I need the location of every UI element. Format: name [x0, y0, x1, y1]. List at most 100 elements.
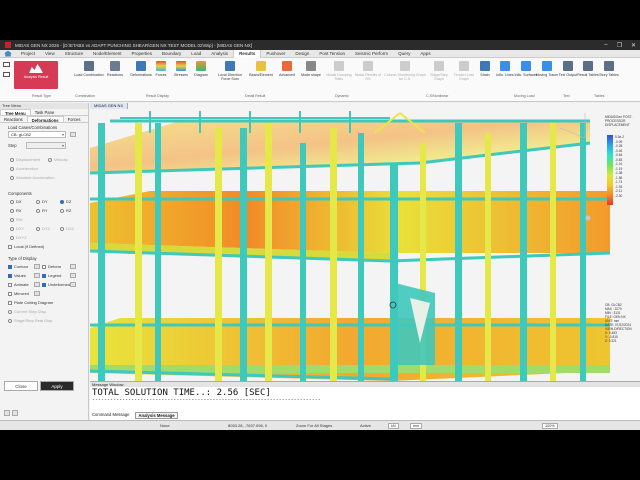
- dz-radio[interactable]: [60, 199, 64, 204]
- component-rw[interactable]: RW: [10, 217, 23, 222]
- load-combination-button[interactable]: Load Combination: [74, 61, 104, 89]
- deform-option[interactable]: Deform: [42, 264, 61, 269]
- tab-command-message[interactable]: Command Message: [92, 412, 129, 419]
- close-window-icon[interactable]: ✕: [631, 42, 636, 49]
- load-case-more-button[interactable]: [70, 132, 76, 137]
- absolute-acceleration-radio[interactable]: [10, 175, 14, 180]
- ry-radio[interactable]: [36, 208, 40, 213]
- contour-checkbox[interactable]: [8, 264, 12, 269]
- mirrored-checkbox[interactable]: [8, 291, 12, 296]
- reactions-button[interactable]: Reactions: [102, 61, 128, 89]
- dxz-radio[interactable]: [60, 226, 64, 231]
- deform-checkbox[interactable]: [42, 264, 46, 269]
- close-button[interactable]: Close: [4, 381, 38, 391]
- dyz-radio[interactable]: [36, 226, 40, 231]
- values-settings-button[interactable]: [34, 273, 40, 278]
- menu-query[interactable]: Query: [393, 50, 415, 58]
- window-toggle-icon[interactable]: [3, 72, 10, 77]
- menu-post-tension[interactable]: Post Tension: [314, 50, 350, 58]
- tab-task-pane[interactable]: Task Pane: [31, 109, 59, 115]
- rw-radio[interactable]: [10, 217, 14, 222]
- local-direction-force-sum-button[interactable]: Local Direction Force Sum: [214, 61, 246, 89]
- current-step-radio[interactable]: [8, 309, 12, 314]
- zoom-select[interactable]: 100%: [542, 423, 558, 429]
- values-checkbox[interactable]: [8, 273, 12, 278]
- dx-radio[interactable]: [10, 199, 14, 204]
- mirrored-option[interactable]: Mirrored: [8, 291, 29, 296]
- apply-button[interactable]: Apply: [40, 381, 74, 391]
- undeformed-checkbox[interactable]: [42, 282, 46, 287]
- force-unit-select[interactable]: kN: [388, 423, 399, 429]
- option-velocity[interactable]: Velocity: [48, 157, 68, 162]
- menu-view[interactable]: View: [40, 50, 60, 58]
- home-icon[interactable]: [4, 50, 12, 57]
- maximize-icon[interactable]: ❐: [617, 42, 622, 49]
- contour-option[interactable]: Contour: [8, 264, 28, 269]
- component-dx[interactable]: DX: [10, 199, 22, 204]
- column-shortening-graph-button[interactable]: Column Shortening Graph for C.S.: [384, 61, 426, 89]
- tab-analysis-message[interactable]: Analysis Message: [135, 412, 178, 419]
- menu-analysis[interactable]: Analysis: [206, 50, 233, 58]
- rz-radio[interactable]: [60, 208, 64, 213]
- contour-settings-button[interactable]: [34, 264, 40, 269]
- menu-structure[interactable]: Structure: [60, 50, 88, 58]
- plate-cutting-checkbox[interactable]: [8, 300, 12, 305]
- component-rx[interactable]: RX: [10, 208, 22, 213]
- mirrored-settings-button[interactable]: [34, 291, 40, 296]
- component-dxz[interactable]: DXZ: [60, 226, 74, 231]
- result-tables-button[interactable]: Result Tables: [577, 61, 599, 89]
- component-dyz[interactable]: DYZ: [36, 226, 50, 231]
- menu-apps[interactable]: Apps: [415, 50, 435, 58]
- local-checkbox[interactable]: [8, 244, 12, 249]
- deform-settings-button[interactable]: [70, 264, 76, 269]
- velocity-radio[interactable]: [48, 157, 52, 162]
- legend-checkbox[interactable]: [42, 273, 46, 278]
- legend-option[interactable]: Legend: [42, 273, 61, 278]
- menu-results[interactable]: Results: [233, 49, 262, 58]
- component-dxy[interactable]: DXY: [10, 226, 24, 231]
- stage-step-graph-button[interactable]: Stage/Step Graph: [425, 61, 453, 89]
- local-if-defined-option[interactable]: Local (if Defined): [8, 244, 44, 249]
- values-option[interactable]: Values: [8, 273, 26, 278]
- minimize-icon[interactable]: –: [604, 42, 607, 48]
- analysis-result-button[interactable]: Analysis Result: [14, 61, 58, 89]
- step-select[interactable]: [26, 142, 66, 149]
- stage-step-radio[interactable]: [8, 318, 12, 323]
- load-case-select[interactable]: CB: gLCB2: [8, 131, 66, 138]
- menu-design[interactable]: Design: [290, 50, 314, 58]
- menu-properties[interactable]: Properties: [127, 50, 158, 58]
- option-displacement[interactable]: Displacement: [10, 157, 40, 162]
- component-dz[interactable]: DZ: [60, 199, 71, 204]
- dxyz-radio[interactable]: [10, 235, 14, 240]
- viewport-tab[interactable]: MIDAS GEN NX: [90, 103, 129, 109]
- component-dy[interactable]: DY: [36, 199, 48, 204]
- menu-boundary[interactable]: Boundary: [157, 50, 186, 58]
- tab-tree-menu[interactable]: Tree Menu: [0, 109, 31, 116]
- menu-project[interactable]: Project: [16, 50, 40, 58]
- nodal-results-rs-button[interactable]: Nodal Results of RS: [352, 61, 384, 89]
- undeformed-option[interactable]: Undeformed: [42, 282, 70, 287]
- component-dxyz[interactable]: DXYZ: [10, 235, 27, 240]
- menu-seismic-perform[interactable]: Seismic Perform: [350, 50, 393, 58]
- advanced-button[interactable]: Advanced: [273, 61, 301, 89]
- current-step-disp-option[interactable]: Current Step Disp.: [8, 309, 47, 314]
- model-viewport[interactable]: MIDAS GEN NX MIDAS/Gen POST-PROCESSOR DI…: [90, 103, 640, 381]
- option-absolute-acceleration[interactable]: Absolute Acceleration: [10, 175, 54, 180]
- menu-pushover[interactable]: Pushover: [261, 50, 290, 58]
- option-acceleration[interactable]: Acceleration: [10, 166, 38, 171]
- animate-settings-button[interactable]: [34, 282, 40, 287]
- length-unit-select[interactable]: mm: [410, 423, 423, 429]
- undeformed-settings-button[interactable]: [70, 282, 76, 287]
- animate-option[interactable]: Animate: [8, 282, 29, 287]
- zoom-for-all-stages-toggle[interactable]: Zoom For All Stages: [296, 423, 332, 428]
- menu-node-element[interactable]: Node/Element: [88, 50, 127, 58]
- active-toggle[interactable]: Active: [360, 423, 371, 428]
- legend-settings-button[interactable]: [70, 273, 76, 278]
- rx-radio[interactable]: [10, 208, 14, 213]
- text-output-button[interactable]: Text Output: [557, 61, 579, 89]
- plate-cutting-option[interactable]: Plate Cutting Diagram: [8, 300, 53, 305]
- displacement-radio[interactable]: [10, 157, 14, 162]
- tab-reactions[interactable]: Reactions: [0, 116, 27, 122]
- strain-button[interactable]: Strain: [474, 61, 496, 89]
- component-ry[interactable]: RY: [36, 208, 47, 213]
